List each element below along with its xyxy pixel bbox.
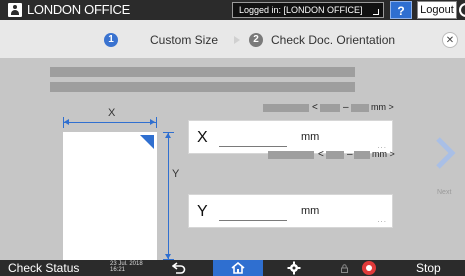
range-high-bar (351, 104, 369, 112)
x-size-input[interactable]: X mm ... (188, 120, 393, 154)
x-arrow-icon (150, 119, 155, 125)
top-bar: LONDON OFFICE Logged in: [LONDON OFFICE]… (0, 0, 465, 20)
login-text: Logged in: [LONDON OFFICE] (239, 5, 363, 15)
power-icon[interactable] (459, 3, 465, 17)
back-icon[interactable] (172, 262, 186, 274)
time-text: 16:21 (110, 267, 126, 273)
y-dimension-line (168, 132, 169, 260)
date-time: 23 Jul. 2018 16:21 (110, 261, 143, 273)
y-input-field[interactable] (219, 203, 287, 221)
range-dash: – (343, 102, 349, 113)
x-dimension-line (63, 122, 157, 123)
range-high-bar (354, 151, 370, 159)
logout-button[interactable]: Logout (417, 1, 457, 19)
stop-button[interactable]: Stop (416, 261, 441, 275)
message-line (50, 67, 355, 77)
paper-corner-icon (140, 135, 154, 149)
main-panel: X Y < – mm > X mm ... < – mm > Y mm ... … (0, 58, 465, 260)
y-size-input[interactable]: Y mm ... (188, 194, 393, 228)
next-icon[interactable] (433, 136, 457, 170)
office-name: LONDON OFFICE (27, 2, 130, 17)
step-2-number: 2 (249, 33, 263, 47)
x-arrow-icon (64, 119, 69, 125)
range-unit: mm > (371, 102, 394, 112)
y-input-unit: mm (301, 205, 320, 217)
stop-icon[interactable] (362, 261, 376, 275)
user-icon (8, 3, 22, 17)
message-line (50, 82, 355, 92)
y-input-letter: Y (197, 203, 208, 220)
lock-icon (341, 264, 348, 273)
x-dimension-cap (156, 117, 157, 128)
gear-icon[interactable] (287, 261, 301, 275)
step-1-number: 1 (104, 33, 118, 47)
y-input-more: ... (377, 215, 387, 224)
home-icon (231, 262, 245, 274)
x-input-field[interactable] (219, 129, 287, 147)
range-dash: – (347, 149, 353, 160)
x-dimension-label: X (108, 107, 116, 119)
home-button[interactable] (213, 260, 263, 276)
range-lt: < (312, 102, 318, 113)
step-2-label: Check Doc. Orientation (271, 33, 396, 47)
x-input-unit: mm (301, 131, 320, 143)
range-unit: mm > (372, 149, 395, 159)
help-button[interactable]: ? (390, 1, 412, 19)
range-min-bar (268, 151, 314, 159)
y-arrow-icon (165, 254, 171, 259)
step-1-label: Custom Size (150, 33, 219, 47)
range-lt: < (318, 149, 324, 160)
range-low-bar (320, 104, 340, 112)
next-label[interactable]: Next (437, 189, 451, 196)
close-icon[interactable]: ✕ (442, 32, 458, 48)
range-low-bar (326, 151, 344, 159)
y-dimension-label: Y (172, 168, 180, 180)
bottom-bar: Check Status 23 Jul. 2018 16:21 Stop (0, 260, 465, 276)
y-range-indicator: < – mm > (268, 149, 395, 160)
login-status[interactable]: Logged in: [LONDON OFFICE] (232, 2, 384, 18)
y-arrow-icon (165, 133, 171, 138)
dropdown-icon (373, 9, 379, 15)
paper-diagram (63, 132, 157, 260)
x-range-indicator: < – mm > (263, 102, 394, 113)
range-min-bar (263, 104, 309, 112)
step-indicator: 1 Custom Size 2 Check Doc. Orientation ✕ (0, 20, 465, 58)
check-status-button[interactable]: Check Status (8, 261, 79, 275)
step-arrow-icon (234, 36, 240, 44)
x-input-letter: X (197, 129, 208, 146)
